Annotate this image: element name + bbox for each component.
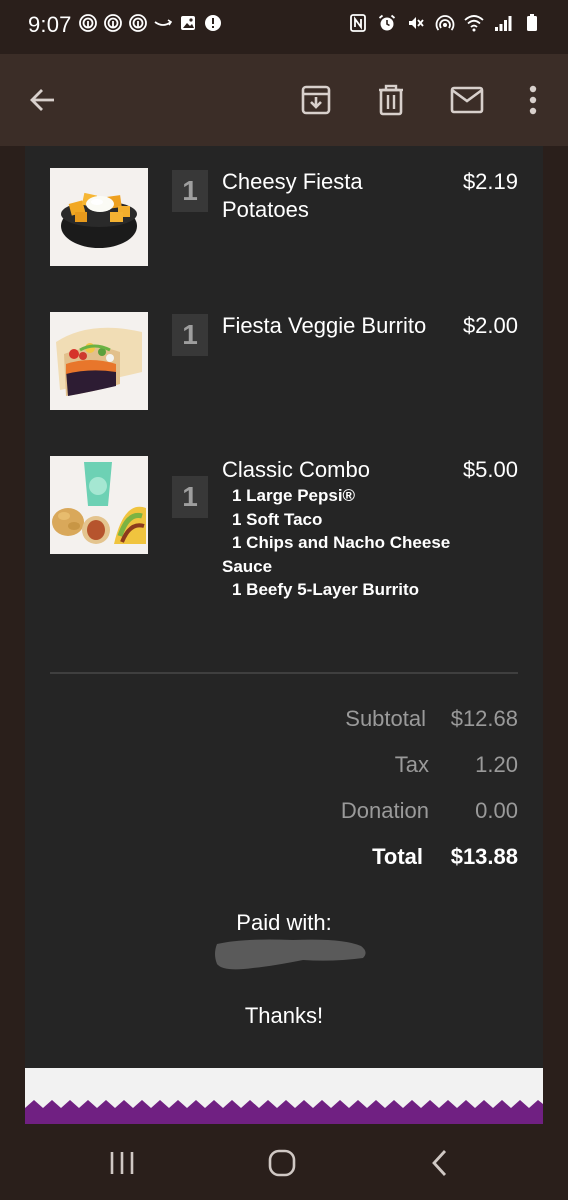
alarm-icon bbox=[378, 14, 396, 31]
arrow-left-icon bbox=[30, 89, 54, 111]
hotspot-icon bbox=[435, 15, 455, 31]
mute-icon bbox=[409, 17, 424, 29]
notification-icons bbox=[78, 13, 223, 33]
paid-with-label: Paid with: bbox=[236, 910, 332, 935]
navigation-bar bbox=[0, 1124, 568, 1200]
more-vert-icon bbox=[529, 85, 537, 115]
home-button[interactable] bbox=[252, 1142, 312, 1184]
back-button[interactable] bbox=[19, 76, 67, 124]
total-label: Total bbox=[372, 844, 423, 869]
image-icon bbox=[181, 16, 195, 30]
item-name-line: Cheesy Fiesta bbox=[222, 169, 363, 194]
donation-value: 0.00 bbox=[475, 798, 518, 823]
item-name-line: Potatoes bbox=[222, 197, 309, 222]
back-nav-button[interactable] bbox=[410, 1142, 470, 1184]
battery-icon bbox=[527, 14, 537, 31]
chevron-left-icon bbox=[432, 1150, 447, 1176]
fiesta-veggie-burrito-image bbox=[50, 312, 148, 410]
cheesy-fiesta-potatoes-image bbox=[50, 168, 148, 266]
app-bar bbox=[0, 54, 568, 146]
combo-component: 1 Beefy 5-Layer Burrito bbox=[232, 580, 420, 599]
home-icon bbox=[268, 1149, 296, 1177]
tax-label: Tax bbox=[394, 752, 429, 777]
combo-component: 1 Soft Taco bbox=[232, 509, 323, 529]
amazon-smile-icon bbox=[154, 19, 173, 26]
item-name: Classic Combo bbox=[222, 457, 370, 482]
combo-component: Sauce bbox=[222, 556, 273, 576]
fingerprint-icon bbox=[129, 14, 147, 32]
tax-value: 1.20 bbox=[475, 752, 518, 777]
alert-icon bbox=[205, 15, 221, 31]
redacted-payment-method bbox=[215, 939, 366, 970]
status-bar: 9:07 bbox=[0, 0, 568, 54]
classic-combo-image bbox=[50, 456, 148, 554]
item-price: $2.00 bbox=[462, 313, 518, 338]
mark-unread-button[interactable] bbox=[443, 76, 491, 124]
item-quantity: 1 bbox=[172, 476, 208, 518]
footer-zigzag-band bbox=[25, 1068, 543, 1124]
donation-label: Donation bbox=[340, 798, 429, 823]
total-value: $13.88 bbox=[450, 844, 518, 869]
donation-row: Donation 0.00 bbox=[25, 798, 543, 828]
subtotal-row: Subtotal $12.68 bbox=[25, 706, 543, 736]
combo-components: 1 Large Pepsi® 1 Soft Taco 1 Chips and N… bbox=[222, 484, 462, 602]
thanks-text: Thanks! bbox=[244, 1003, 324, 1028]
archive-button[interactable] bbox=[292, 76, 340, 124]
item-price: $2.19 bbox=[462, 169, 518, 194]
tax-row: Tax 1.20 bbox=[25, 752, 543, 782]
subtotal-value: $12.68 bbox=[450, 706, 518, 731]
item-name: Cheesy Fiesta Potatoes bbox=[222, 168, 363, 224]
combo-component: 1 Chips and Nacho Cheese bbox=[232, 533, 451, 552]
archive-icon bbox=[301, 85, 331, 115]
recent-apps-button[interactable] bbox=[92, 1142, 152, 1184]
item-name: Fiesta Veggie Burrito bbox=[222, 313, 427, 338]
email-body: 1 Cheesy Fiesta Potatoes $2.19 1 Fiesta … bbox=[25, 146, 543, 1068]
mail-icon bbox=[450, 86, 484, 114]
item-price: $5.00 bbox=[462, 457, 518, 482]
more-options-button[interactable] bbox=[509, 76, 557, 124]
total-row: Total $13.88 bbox=[25, 844, 543, 874]
wifi-icon bbox=[464, 15, 484, 32]
signal-icon bbox=[495, 16, 512, 31]
subtotal-label: Subtotal bbox=[345, 706, 426, 731]
fingerprint-icon bbox=[104, 14, 122, 32]
status-time: 9:07 bbox=[28, 12, 72, 37]
system-icons bbox=[348, 13, 542, 33]
item-quantity: 1 bbox=[172, 170, 208, 212]
screen: 9:07 1 Cheesy Fiesta Potatoes $2.19 1 Fi… bbox=[0, 0, 568, 1200]
nfc-icon bbox=[350, 14, 366, 32]
combo-component: 1 Large Pepsi® bbox=[232, 486, 356, 505]
recent-apps-icon bbox=[110, 1152, 134, 1174]
delete-button[interactable] bbox=[367, 76, 415, 124]
fingerprint-icon bbox=[79, 14, 97, 32]
item-quantity: 1 bbox=[172, 314, 208, 356]
trash-icon bbox=[379, 84, 403, 116]
divider bbox=[50, 672, 518, 674]
